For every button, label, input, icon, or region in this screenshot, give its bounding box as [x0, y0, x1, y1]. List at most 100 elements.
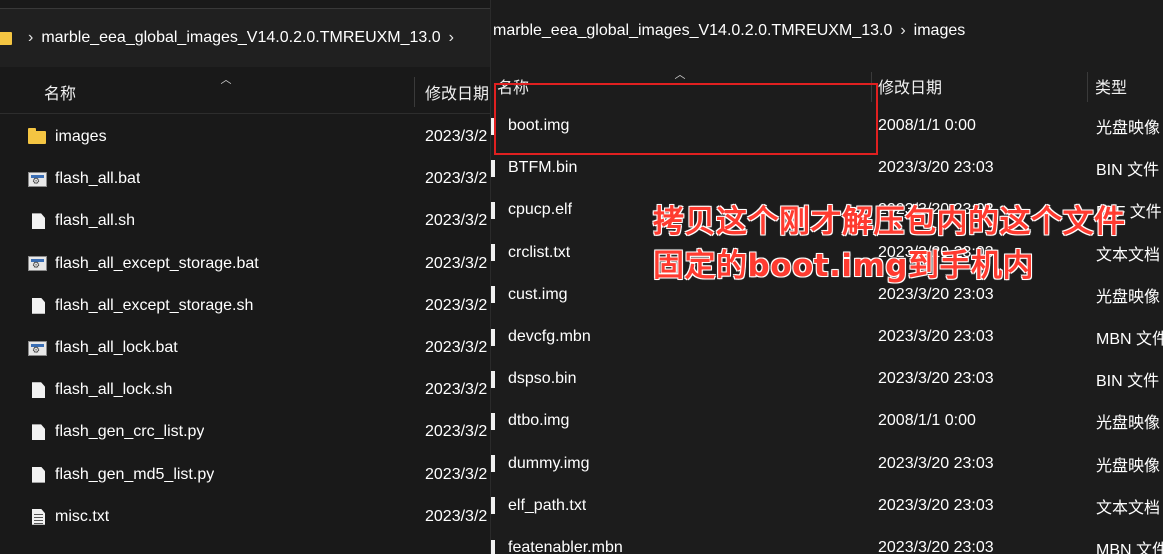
file-name: elf_path.txt — [508, 496, 587, 514]
file-modified-date: 2023/3/2 — [425, 128, 488, 145]
column-header-label: 修改日期 — [878, 80, 943, 97]
column-header-label: 修改日期 — [425, 86, 490, 103]
column-header-row: 名称 ︿ 修改日期 — [0, 71, 490, 114]
file-modified-date: 2023/3/20 23:03 — [878, 370, 994, 388]
file-name: dspso.bin — [508, 370, 577, 388]
batch-file-icon — [28, 256, 47, 272]
file-name: flash_gen_crc_list.py — [55, 423, 205, 441]
file-icon — [491, 497, 495, 515]
list-item[interactable]: flash_all_except_storage.sh 2023/3/2 — [0, 285, 490, 327]
file-type: MBN 文件 — [1096, 331, 1163, 348]
list-item[interactable]: dspso.bin 2023/3/20 23:03 BIN 文件 — [491, 358, 1163, 400]
list-item[interactable]: dtbo.img 2008/1/1 0:00 光盘映像 — [491, 400, 1163, 442]
column-header-type[interactable]: 类型 — [1089, 66, 1163, 106]
file-icon — [491, 286, 495, 304]
file-name: flash_all.sh — [55, 212, 136, 230]
file-name: flash_all_lock.bat — [55, 339, 178, 356]
file-icon — [32, 424, 45, 441]
file-icon — [32, 213, 45, 230]
file-modified-date: 2023/3/2 — [425, 296, 488, 314]
annotation-text: 固定的boot.img到手机内 — [653, 248, 1034, 284]
chevron-right-icon[interactable]: › — [449, 29, 454, 47]
file-modified-date: 2023/3/2 — [425, 339, 488, 356]
file-name: devcfg.mbn — [508, 328, 591, 345]
file-modified-date: 2023/3/2 — [425, 381, 488, 399]
file-modified-date: 2023/3/20 23:03 — [878, 496, 994, 514]
file-name: crclist.txt — [508, 243, 571, 261]
file-icon — [32, 297, 45, 314]
file-modified-date: 2023/3/2 — [425, 254, 488, 272]
file-modified-date: 2023/3/20 23:03 — [878, 159, 994, 177]
file-name: cust.img — [508, 285, 568, 303]
file-modified-date: 2023/3/2 — [425, 423, 488, 441]
list-item[interactable]: flash_gen_crc_list.py 2023/3/2 — [0, 411, 490, 453]
file-icon — [491, 412, 495, 430]
chevron-right-icon[interactable]: › — [900, 22, 905, 40]
file-icon — [491, 159, 495, 177]
file-type: 光盘映像 — [1096, 457, 1161, 475]
file-name: images — [55, 128, 107, 145]
list-item[interactable]: featenabler.mbn 2023/3/20 23:03 MBN 文件 — [491, 527, 1163, 554]
list-item[interactable]: devcfg.mbn 2023/3/20 23:03 MBN 文件 — [491, 316, 1163, 358]
column-header-label: 名称 — [44, 86, 77, 103]
column-header-label: 类型 — [1095, 80, 1128, 97]
file-icon — [491, 455, 495, 473]
breadcrumb-segment-current[interactable]: images — [914, 22, 966, 40]
list-item[interactable]: dummy.img 2023/3/20 23:03 光盘映像 — [491, 443, 1163, 485]
file-name: dtbo.img — [508, 412, 570, 430]
file-modified-date: 2008/1/1 0:00 — [878, 117, 976, 134]
column-header-modified[interactable]: 修改日期 — [419, 71, 490, 113]
file-name: flash_all.bat — [55, 170, 141, 188]
file-icon — [32, 382, 45, 399]
list-item[interactable]: flash_all.bat 2023/3/2 — [0, 158, 490, 200]
list-item[interactable]: flash_all.sh 2023/3/2 — [0, 200, 490, 242]
list-item[interactable]: flash_all_except_storage.bat 2023/3/2 — [0, 243, 490, 285]
breadcrumb-segment[interactable]: marble_eea_global_images_V14.0.2.0.TMREU… — [493, 22, 892, 40]
left-explorer-window: › marble_eea_global_images_V14.0.2.0.TMR… — [0, 0, 491, 554]
column-divider[interactable] — [414, 77, 415, 107]
sort-ascending-icon: ︿ — [220, 74, 232, 86]
file-name: flash_all_except_storage.sh — [55, 296, 254, 314]
file-type: 光盘映像 — [1096, 120, 1161, 137]
highlight-box — [494, 83, 878, 155]
sort-ascending-icon: ︿ — [674, 69, 686, 81]
list-item[interactable]: misc.txt 2023/3/2 — [0, 496, 490, 538]
file-icon — [491, 328, 495, 346]
file-type: MBN 文件 — [1096, 542, 1163, 554]
file-icon — [32, 466, 45, 483]
file-modified-date: 2023/3/2 — [425, 212, 488, 230]
file-modified-date: 2023/3/2 — [425, 507, 488, 525]
left-address-bar[interactable]: › marble_eea_global_images_V14.0.2.0.TMR… — [0, 8, 490, 67]
file-name: flash_all_except_storage.bat — [55, 254, 259, 272]
right-address-bar[interactable]: marble_eea_global_images_V14.0.2.0.TMREU… — [491, 0, 1163, 62]
column-divider[interactable] — [1087, 72, 1088, 102]
file-icon — [491, 370, 495, 388]
file-type: BIN 文件 — [1096, 162, 1160, 180]
file-name: flash_all_lock.sh — [55, 381, 173, 399]
batch-file-icon — [28, 340, 47, 356]
folder-icon — [28, 127, 46, 144]
batch-file-icon — [28, 171, 47, 187]
list-item[interactable]: elf_path.txt 2023/3/20 23:03 文本文档 — [491, 485, 1163, 527]
list-item[interactable]: flash_gen_md5_list.py 2023/3/2 — [0, 454, 490, 496]
list-item[interactable]: flash_all_lock.bat 2023/3/2 — [0, 327, 490, 369]
file-icon — [491, 201, 495, 219]
file-modified-date: 2023/3/20 23:03 — [878, 454, 994, 472]
breadcrumb-segment[interactable]: marble_eea_global_images_V14.0.2.0.TMREU… — [41, 29, 440, 47]
chevron-right-icon[interactable]: › — [28, 29, 33, 47]
file-type: BIN 文件 — [1096, 373, 1160, 391]
file-modified-date: 2023/3/2 — [425, 465, 488, 483]
list-item[interactable]: images 2023/3/2 — [0, 116, 490, 158]
file-type: 光盘映像 — [1096, 415, 1161, 433]
file-type: 文本文档 — [1096, 499, 1161, 517]
column-header-modified[interactable]: 修改日期 — [872, 66, 1086, 106]
file-name: dummy.img — [508, 454, 590, 472]
text-file-icon — [32, 508, 45, 525]
file-icon — [491, 539, 495, 554]
file-name: featenabler.mbn — [508, 539, 623, 554]
file-modified-date: 2008/1/1 0:00 — [878, 412, 976, 430]
list-item[interactable]: flash_all_lock.sh 2023/3/2 — [0, 369, 490, 411]
file-type: 光盘映像 — [1096, 288, 1161, 306]
annotation-text: 拷贝这个刚才解压包内的这个文件 — [653, 204, 1126, 240]
file-modified-date: 2023/3/2 — [425, 170, 488, 188]
